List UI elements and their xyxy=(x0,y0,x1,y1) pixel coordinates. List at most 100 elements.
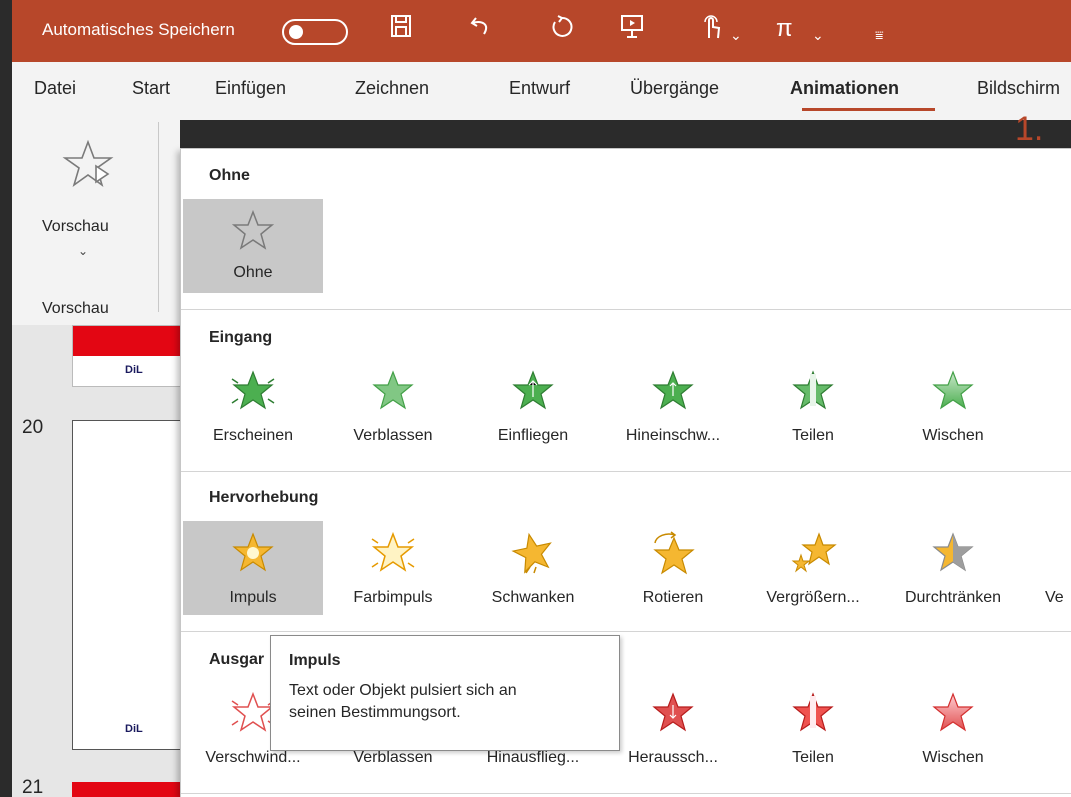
chevron-down-icon[interactable]: ⌄ xyxy=(78,244,88,258)
split-star-icon xyxy=(792,370,834,410)
thumbnail-logo: DiL xyxy=(125,723,143,735)
slide-thumbnail[interactable]: DiL xyxy=(72,325,182,387)
grow-shrink-star-icon xyxy=(791,532,837,573)
slide-number: 20 xyxy=(22,417,44,438)
chevron-down-icon[interactable]: ⌄ xyxy=(812,20,824,50)
section-divider xyxy=(181,471,1071,472)
group-label: Vorschau xyxy=(42,300,109,317)
effect-label: Wischen xyxy=(922,427,984,444)
section-header-entrance: Eingang xyxy=(209,329,273,346)
preview-button[interactable]: Vorschau xyxy=(42,218,109,236)
effect-label: Erscheinen xyxy=(212,427,294,444)
thumbnail-banner xyxy=(73,326,181,356)
effect-label: Heraussch... xyxy=(628,749,718,766)
effect-teeter[interactable]: Schwanken xyxy=(463,521,603,615)
tab-einfuegen[interactable]: Einfügen xyxy=(215,78,286,99)
tab-animationen[interactable]: Animationen xyxy=(790,78,899,99)
section-header-exit: Ausgar xyxy=(209,651,265,668)
active-tab-indicator xyxy=(802,108,935,111)
section-divider xyxy=(181,793,1071,794)
effect-label: Hinausflieg... xyxy=(486,749,580,766)
effect-label: Vergrößern... xyxy=(766,589,860,606)
preview-icon[interactable] xyxy=(62,138,114,195)
slide-thumbnail[interactable]: DiL xyxy=(72,420,182,750)
tab-datei[interactable]: Datei xyxy=(34,78,76,99)
section-divider xyxy=(181,309,1071,310)
section-divider xyxy=(181,631,1071,632)
tab-uebergaenge[interactable]: Übergänge xyxy=(630,78,719,99)
effect-fly-in[interactable]: Einfliegen xyxy=(463,359,603,453)
equation-icon[interactable]: π xyxy=(776,14,793,44)
fade-star-icon xyxy=(372,370,414,410)
ribbon-separator xyxy=(158,122,159,312)
tooltip-description-line: seinen Bestimmungsort. xyxy=(289,704,461,721)
title-bar: Automatisches Speichern ⌄ π ⌄ ⩸ xyxy=(12,0,1071,62)
redo-icon[interactable] xyxy=(550,14,574,46)
effect-float-in[interactable]: Hineinschw... xyxy=(603,359,743,453)
touch-mode-icon[interactable] xyxy=(700,14,724,48)
effect-color-pulse[interactable]: Farbimpuls xyxy=(323,521,463,615)
effect-label: Verblassen xyxy=(353,749,433,766)
effect-desaturate[interactable]: Durchtränken xyxy=(883,521,1023,615)
ribbon-preview-group: Vorschau ⌄ Vorschau xyxy=(12,120,180,325)
wipe-out-star-icon xyxy=(932,692,974,732)
effect-label: Einfliegen xyxy=(497,427,569,444)
effect-fade-in[interactable]: Verblassen xyxy=(323,359,463,453)
effect-wipe-out[interactable]: Wischen xyxy=(883,681,1023,775)
effect-label: Rotieren xyxy=(642,589,704,606)
none-star-icon xyxy=(232,209,274,250)
effect-split-out[interactable]: Teilen xyxy=(743,681,883,775)
effect-split[interactable]: Teilen xyxy=(743,359,883,453)
fly-in-star-icon xyxy=(512,370,554,413)
autosave-label: Automatisches Speichern xyxy=(42,20,235,39)
spin-star-icon xyxy=(653,531,695,575)
effect-label: Schwanken xyxy=(491,589,575,606)
split-out-star-icon xyxy=(792,692,834,732)
tab-entwurf[interactable]: Entwurf xyxy=(509,78,570,99)
effect-label: Verschwind... xyxy=(205,749,301,766)
appear-star-icon xyxy=(231,370,275,410)
customize-qat-icon[interactable]: ⩸ xyxy=(875,20,884,50)
wipe-star-icon xyxy=(932,370,974,410)
effect-label: Verblassen xyxy=(353,427,433,444)
effect-wipe[interactable]: Wischen xyxy=(883,359,1023,453)
chevron-down-icon[interactable]: ⌄ xyxy=(730,20,742,50)
effect-label: Hineinschw... xyxy=(625,427,721,444)
effect-partial[interactable]: Ve xyxy=(1023,521,1071,615)
ribbon-tab-bar: Datei Start Einfügen Zeichnen Entwurf Üb… xyxy=(12,62,1071,120)
thumbnail-logo: DiL xyxy=(125,364,143,376)
float-in-star-icon xyxy=(652,370,694,410)
save-icon[interactable] xyxy=(390,14,412,46)
effect-label: Wischen xyxy=(922,749,984,766)
section-header-none: Ohne xyxy=(209,167,250,184)
teeter-star-icon xyxy=(511,532,552,574)
desaturate-star-icon xyxy=(932,532,974,572)
effect-label: Durchtränken xyxy=(904,589,1002,606)
effect-tooltip: Impuls Text oder Objekt pulsiert sich an… xyxy=(270,635,620,751)
tab-zeichnen[interactable]: Zeichnen xyxy=(355,78,429,99)
tab-start[interactable]: Start xyxy=(132,78,170,99)
effect-label: Farbimpuls xyxy=(353,589,433,606)
effect-spin[interactable]: Rotieren xyxy=(603,521,743,615)
slide-thumbnail[interactable] xyxy=(72,782,182,797)
color-pulse-star-icon xyxy=(371,531,415,572)
tooltip-title: Impuls xyxy=(289,652,341,669)
effect-grow-shrink[interactable]: Vergrößern... xyxy=(743,521,883,615)
effect-label: Teilen xyxy=(792,427,834,444)
effect-none[interactable]: Ohne xyxy=(183,199,323,293)
float-out-star-icon xyxy=(652,692,694,732)
effect-float-out[interactable]: Heraussch... xyxy=(603,681,743,775)
slide-thumbnail-pane: DiL 20 DiL 21 xyxy=(12,325,182,797)
toggle-knob xyxy=(289,25,303,39)
present-icon[interactable] xyxy=(620,14,644,48)
effect-pulse[interactable]: Impuls xyxy=(183,521,323,615)
undo-icon[interactable] xyxy=(470,14,494,46)
effect-appear[interactable]: Erscheinen xyxy=(183,359,323,453)
effect-label: Impuls xyxy=(229,589,277,606)
slide-number: 21 xyxy=(22,777,44,797)
autosave-toggle[interactable] xyxy=(282,19,348,45)
tooltip-description-line: Text oder Objekt pulsiert sich an xyxy=(289,682,517,699)
pulse-star-icon xyxy=(232,532,274,572)
tab-bildschirm[interactable]: Bildschirm xyxy=(977,78,1060,99)
annotation-marker: 1. xyxy=(1015,110,1044,148)
